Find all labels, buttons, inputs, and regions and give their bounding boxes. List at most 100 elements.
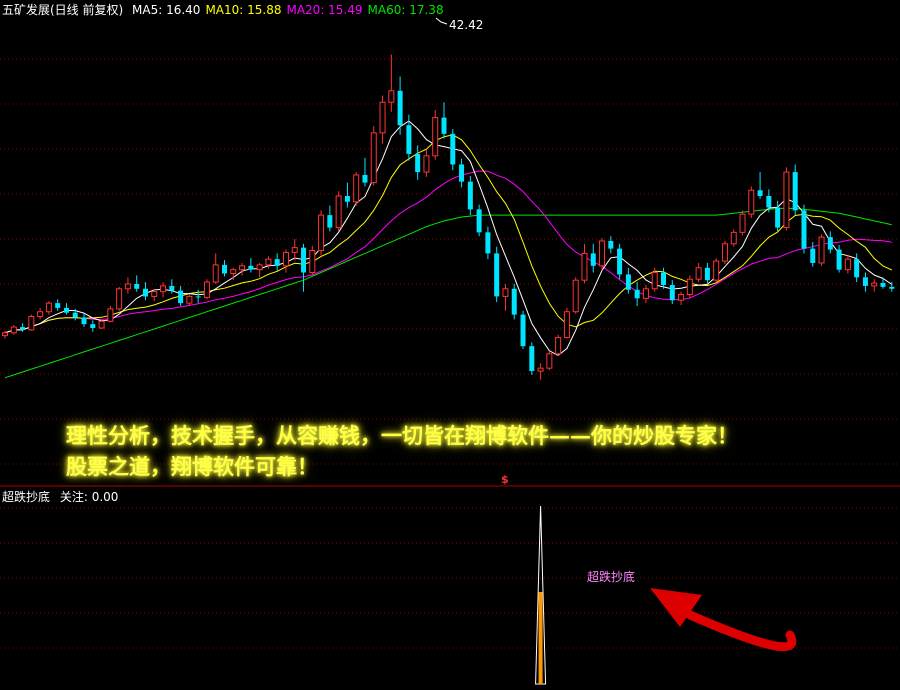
candle-body (476, 209, 482, 233)
candle-body (563, 311, 570, 339)
candle-body (327, 215, 333, 228)
candle-body (678, 294, 685, 301)
candle (572, 277, 579, 314)
candle-body (116, 288, 123, 310)
candle-body (713, 260, 720, 281)
candle-body (485, 232, 491, 254)
candle (810, 241, 816, 267)
candle (282, 249, 289, 273)
candle-body (10, 326, 17, 334)
candle-body (572, 279, 579, 313)
candle-body (871, 282, 878, 287)
candle-body (90, 324, 96, 328)
candle (344, 182, 350, 208)
candle (45, 301, 52, 315)
candle-body (695, 267, 702, 280)
candle-body (450, 133, 456, 165)
candle (423, 150, 430, 177)
candle (757, 172, 763, 199)
candle-body (178, 290, 184, 304)
chart-canvas[interactable]: 42.42 超跌抄底 (0, 0, 900, 686)
candle-body (651, 272, 658, 290)
candle (107, 306, 114, 323)
stock-chart-window[interactable]: 42.42 超跌抄底 五矿发展(日线 前复权) MA5: 16.40 MA10: … (0, 0, 900, 686)
candle (459, 158, 465, 188)
divider-marker[interactable]: $ (501, 473, 509, 486)
candle-body (642, 288, 649, 299)
candle-body (459, 164, 465, 182)
candle-body (661, 272, 666, 285)
candle (502, 284, 509, 311)
ma10-line (4, 134, 893, 334)
candle (318, 210, 325, 256)
candle (476, 204, 482, 237)
signal-spike (535, 505, 547, 685)
candle-body (739, 213, 746, 233)
candle-body (230, 269, 237, 274)
candle-body (844, 258, 851, 271)
candle (28, 314, 35, 331)
candle (555, 334, 562, 356)
candle-body (494, 253, 500, 297)
candle (335, 191, 342, 232)
candle-body (72, 312, 78, 318)
candle-body (353, 174, 360, 203)
candle (203, 279, 210, 300)
candle-body (20, 327, 26, 330)
candle (327, 205, 333, 232)
candle (520, 310, 526, 350)
candle-body (617, 248, 623, 275)
candle (485, 226, 491, 260)
candle-body (792, 172, 798, 211)
candle (844, 255, 851, 274)
candle-body (239, 265, 246, 271)
candle (178, 285, 184, 306)
candle-body (248, 265, 254, 270)
candle (142, 282, 148, 301)
candle (370, 126, 377, 186)
candle-body (590, 253, 596, 266)
candle-body (107, 308, 114, 322)
main-grid (0, 58, 900, 465)
candle-body (55, 303, 61, 308)
candle (678, 291, 685, 306)
candle (10, 325, 17, 335)
candle (748, 186, 755, 218)
stock-title[interactable]: 五矿发展(日线 前复权) (2, 3, 123, 17)
candle (862, 272, 868, 292)
candle (546, 350, 553, 371)
candle-body (757, 190, 763, 196)
candle (730, 229, 737, 247)
candle (792, 164, 798, 216)
candle-body (599, 240, 606, 267)
candle-body (265, 258, 272, 266)
candle (871, 279, 878, 292)
candle (309, 245, 316, 275)
signal-bar (538, 592, 543, 684)
candle-body (775, 207, 781, 228)
candle (563, 307, 570, 339)
sub-panel-title[interactable]: 超跌抄底 (2, 490, 50, 504)
candle-body (686, 278, 693, 296)
candle (63, 303, 69, 315)
ma60-line (4, 207, 892, 379)
candle-body (836, 249, 842, 270)
candle (695, 262, 702, 283)
candle (291, 239, 298, 261)
candle-body (818, 236, 825, 264)
candle-body (212, 264, 219, 283)
candle-body (274, 259, 280, 266)
candle (818, 234, 825, 266)
candle-body (186, 295, 193, 304)
ma-indicator-3: MA20: 15.49 (286, 3, 363, 17)
candle-body (441, 117, 447, 134)
ma-indicator-list: MA5: 16.40 MA10: 15.88 MA20: 15.49 MA60: 17… (127, 3, 444, 17)
candle (511, 284, 517, 320)
candle-body (160, 285, 167, 293)
candle (494, 246, 500, 303)
sub-grid (0, 507, 900, 649)
candle (467, 175, 473, 216)
ma10-path (4, 134, 893, 334)
candle (880, 277, 886, 289)
candle (634, 282, 640, 306)
